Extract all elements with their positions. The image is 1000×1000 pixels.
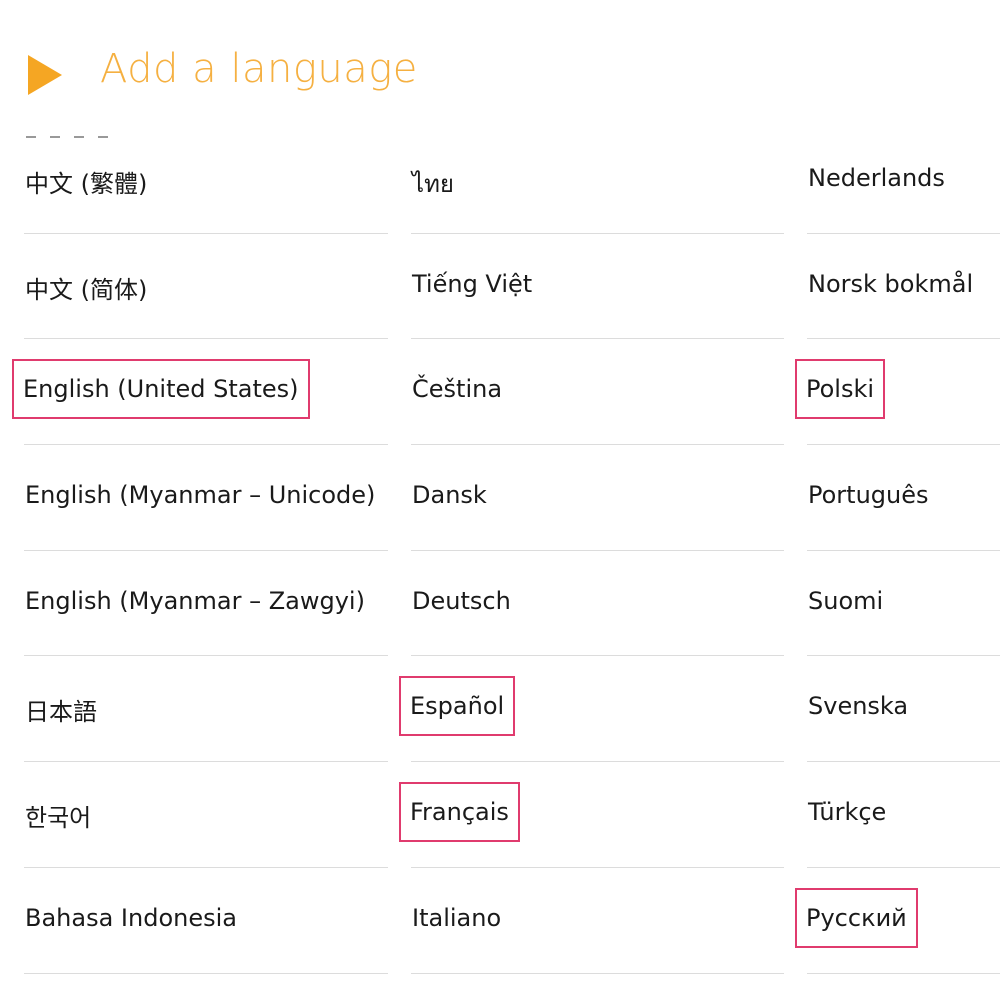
- language-label: 中文 (繁體): [25, 170, 148, 198]
- language-column-3: Nederlands Norsk bokmål Polski Português…: [794, 128, 1000, 974]
- language-label: Tiếng Việt: [412, 269, 533, 298]
- language-item-nl[interactable]: Nederlands: [807, 128, 1000, 234]
- play-triangle-icon: [28, 55, 62, 95]
- language-column-2: ไทย Tiếng Việt Čeština Dansk Deutsch Esp…: [398, 128, 784, 974]
- language-item-cs[interactable]: Čeština: [411, 339, 784, 446]
- page-title: Add a language: [100, 46, 418, 92]
- language-label: Français: [399, 782, 520, 843]
- language-item-ja[interactable]: 日本語: [24, 656, 388, 763]
- language-label: Bahasa Indonesia: [25, 903, 237, 932]
- language-item-tr[interactable]: Türkçe: [807, 762, 1000, 868]
- language-item-nb[interactable]: Norsk bokmål: [807, 234, 1000, 340]
- language-item-pl[interactable]: Polski: [794, 339, 1000, 446]
- language-item-en-mm-unicode[interactable]: English (Myanmar – Unicode): [24, 445, 388, 551]
- language-label: Polski: [794, 359, 886, 420]
- language-label: Português: [808, 481, 929, 510]
- language-label: 한국어: [25, 804, 92, 833]
- language-label: Español: [398, 676, 516, 737]
- language-label: Italiano: [412, 903, 502, 932]
- language-item-ko[interactable]: 한국어: [24, 762, 388, 868]
- language-item-zh-hans[interactable]: 中文 (简体): [24, 234, 388, 340]
- language-label: Русский: [795, 887, 918, 948]
- language-label: Türkçe: [808, 798, 887, 827]
- language-item-en-us[interactable]: English (United States): [12, 339, 388, 446]
- language-item-fi[interactable]: Suomi: [807, 551, 1000, 657]
- language-item-th[interactable]: ไทย: [411, 128, 784, 234]
- language-item-de[interactable]: Deutsch: [411, 551, 784, 657]
- language-label: Čeština: [412, 375, 503, 404]
- language-label: Deutsch: [412, 586, 511, 615]
- language-item-vi[interactable]: Tiếng Việt: [411, 234, 784, 340]
- header: Add a language: [0, 0, 1000, 140]
- language-column-1: 中文 (繁體) 中文 (简体) English (United States) …: [12, 128, 388, 974]
- language-item-id[interactable]: Bahasa Indonesia: [24, 868, 388, 974]
- language-item-sv[interactable]: Svenska: [807, 656, 1000, 763]
- language-label: Nederlands: [808, 164, 945, 192]
- language-label: 中文 (简体): [25, 275, 148, 304]
- language-item-pt[interactable]: Português: [807, 445, 1000, 551]
- language-item-fr[interactable]: Français: [399, 762, 784, 868]
- language-label: Norsk bokmål: [808, 269, 974, 298]
- language-label: Dansk: [412, 481, 487, 510]
- language-item-en-mm-zawgyi[interactable]: English (Myanmar – Zawgyi): [24, 551, 388, 657]
- language-label: Svenska: [808, 692, 909, 721]
- language-label: ไทย: [412, 170, 454, 198]
- language-item-it[interactable]: Italiano: [411, 868, 784, 974]
- language-label: English (Myanmar – Unicode): [25, 481, 376, 510]
- language-item-da[interactable]: Dansk: [411, 445, 784, 551]
- language-item-es[interactable]: Español: [398, 656, 784, 763]
- language-label: 日本語: [25, 698, 97, 727]
- language-label: English (United States): [12, 359, 310, 420]
- language-label: Suomi: [808, 586, 884, 615]
- language-item-ru[interactable]: Русский: [795, 868, 1000, 974]
- language-label: English (Myanmar – Zawgyi): [25, 586, 365, 615]
- language-item-zh-hant[interactable]: 中文 (繁體): [24, 128, 388, 234]
